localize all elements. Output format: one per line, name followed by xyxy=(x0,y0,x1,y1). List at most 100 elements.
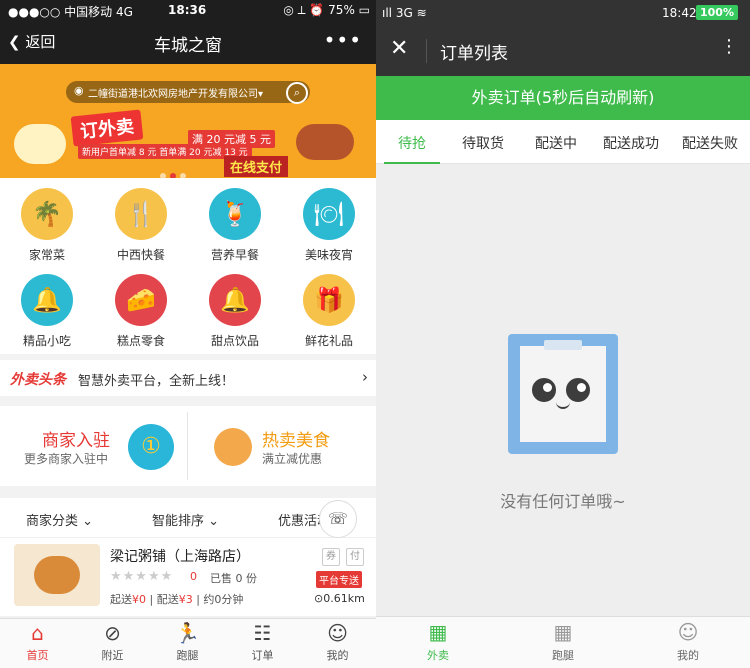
active-tab-indicator xyxy=(384,162,440,164)
category-item[interactable]: 🎁 鲜花礼品 xyxy=(282,274,376,349)
banner-pay: 在线支付 xyxy=(224,156,289,177)
min-order-label: 起送 xyxy=(110,593,132,606)
tab-item[interactable]: ☺ 我的 xyxy=(626,617,750,668)
coupon-badge: 券 xyxy=(322,548,340,566)
right-eye xyxy=(566,378,590,402)
shop-list-item[interactable]: 梁记粥铺（上海路店） ★★★★★ 0 已售 0 份 起送¥0 | 配送¥3 | … xyxy=(0,538,376,616)
status-time: 18:36 xyxy=(168,3,207,17)
merchant-join-subtitle: 更多商家入驻中 xyxy=(24,452,109,466)
tab-icon: ⌂ xyxy=(31,621,44,645)
category-item[interactable]: 🔔 甜点饮品 xyxy=(188,274,282,349)
close-icon[interactable]: ✕ xyxy=(390,36,408,61)
tab-label: 我的 xyxy=(677,649,699,662)
pay-badge: 付 xyxy=(346,548,364,566)
headline-logo: 外卖头条 xyxy=(10,372,66,388)
platform-delivery-badge: 平台专送 xyxy=(316,571,362,588)
category-item[interactable]: 🍽 美味夜宵 xyxy=(282,188,376,263)
tab-item[interactable]: ▦ 跑腿 xyxy=(501,617,625,668)
tab-pickup[interactable]: 待取货 xyxy=(462,133,504,153)
tab-item[interactable]: ▦ 外卖 xyxy=(376,617,500,668)
nav-bar: ❮ 返回 车城之窗 ••• xyxy=(0,20,376,64)
status-bar: ıll 3G ≋ 18:42 100% xyxy=(376,0,750,26)
more-vertical-icon[interactable]: ⋮ xyxy=(720,36,738,57)
min-order-value: ¥0 xyxy=(132,593,146,606)
eye-highlight xyxy=(543,383,552,392)
empty-state-text: 没有任何订单哦~ xyxy=(500,492,626,511)
tab-item[interactable]: ⌂ 首页 xyxy=(0,619,75,668)
hot-food-title[interactable]: 热卖美食 xyxy=(262,426,330,451)
category-item[interactable]: 🧀 糕点零食 xyxy=(94,274,188,349)
category-icon: 🎁 xyxy=(303,274,355,326)
banner-character-image xyxy=(14,124,66,164)
bottom-tab-bar: ⌂ 首页 ⊘ 附近 🏃 跑腿 ☷ 订单 ☺ 我的 xyxy=(0,618,376,668)
eye-highlight xyxy=(577,383,586,392)
tab-icon: ☺ xyxy=(327,621,348,645)
tab-label: 附近 xyxy=(101,649,124,662)
category-item[interactable]: 🍹 营养早餐 xyxy=(188,188,282,263)
tab-label: 外卖 xyxy=(427,649,449,662)
tab-failed[interactable]: 配送失败 xyxy=(682,133,738,153)
category-label: 精品小吃 xyxy=(22,334,71,348)
tab-item[interactable]: ☷ 订单 xyxy=(225,619,300,668)
medal-icon: ① xyxy=(128,424,174,470)
tab-item[interactable]: ☺ 我的 xyxy=(300,619,375,668)
filter-smart-sort[interactable]: 智能排序 ⌄ xyxy=(152,510,219,529)
page-title: 车城之窗 xyxy=(154,36,222,56)
category-icon: 🍽 xyxy=(303,188,355,240)
category-item[interactable]: 🍴 中西快餐 xyxy=(94,188,188,263)
nav-separator xyxy=(426,39,427,63)
delivery-fee-label: 配送 xyxy=(156,593,179,606)
news-headline-bar[interactable]: 外卖头条 智慧外卖平台，全新上线！ › xyxy=(0,360,376,396)
category-icon: 🍴 xyxy=(115,188,167,240)
shop-image-dish xyxy=(34,556,80,594)
category-label: 营养早餐 xyxy=(210,248,259,262)
status-battery: 100% xyxy=(696,5,738,20)
category-icon: 🔔 xyxy=(21,274,73,326)
category-label: 糕点零食 xyxy=(116,334,165,348)
promo-banner[interactable]: ◉ 二幢街道港北欢网房地产开发有限公司▾ ⌕ 订外卖 满 20 元减 5 元 新… xyxy=(0,64,376,178)
promo-cards: 商家入驻 更多商家入驻中 ① 热卖美食 满立减优惠 xyxy=(0,406,376,486)
category-label: 家常菜 xyxy=(28,248,65,262)
tab-pending[interactable]: 待抢 xyxy=(398,133,426,153)
category-icon: 🍹 xyxy=(209,188,261,240)
delivery-time: 约0分钟 xyxy=(203,593,244,606)
tab-icon: ☺ xyxy=(677,620,699,644)
chat-float-button[interactable]: ☏ xyxy=(319,500,357,538)
location-pin-icon: ◉ xyxy=(74,84,84,97)
search-icon[interactable]: ⌕ xyxy=(286,82,308,104)
tab-delivered[interactable]: 配送成功 xyxy=(603,133,659,153)
status-bar: ●●●○○ 中国移动 4G 18:36 ◎ ⟂ ⏰ 75% ▭ xyxy=(0,0,376,20)
shop-name: 梁记粥铺（上海路店） xyxy=(110,549,250,565)
tab-label: 订单 xyxy=(251,649,274,662)
left-eye xyxy=(532,378,556,402)
category-item[interactable]: 🔔 精品小吃 xyxy=(0,274,94,349)
banner-chicken-image xyxy=(296,124,354,160)
shop-meta: 起送¥0 | 配送¥3 | 约0分钟 xyxy=(110,593,244,606)
shop-image xyxy=(14,544,100,606)
merchant-join-title[interactable]: 商家入驻 xyxy=(42,426,110,451)
empty-clipboard-illustration xyxy=(508,334,618,454)
shop-stars: ★★★★★ xyxy=(110,569,174,584)
category-label: 鲜花礼品 xyxy=(304,334,353,348)
page-title: 订单列表 xyxy=(440,44,508,64)
more-icon[interactable]: ••• xyxy=(324,28,362,52)
clipboard-clip xyxy=(544,340,582,350)
tab-icon: ⊘ xyxy=(104,621,121,645)
tab-delivering[interactable]: 配送中 xyxy=(535,133,577,153)
hot-food-image xyxy=(214,428,252,466)
location-selector[interactable]: ◉ 二幢街道港北欢网房地产开发有限公司▾ xyxy=(66,81,310,103)
tab-item[interactable]: 🏃 跑腿 xyxy=(150,619,225,668)
category-grid: 🌴 家常菜 🍴 中西快餐 🍹 营养早餐 🍽 美味夜宵 🔔 精品小吃 🧀 糕点零食 🔔 甜点饮品 🎁 鲜花礼品 xyxy=(0,178,376,354)
tab-icon: ▦ xyxy=(428,620,448,644)
hot-food-subtitle: 满立减优惠 xyxy=(262,452,323,466)
category-label: 中西快餐 xyxy=(116,248,165,262)
tab-icon: ☷ xyxy=(253,621,272,645)
chevron-right-icon: › xyxy=(362,368,368,386)
filter-category[interactable]: 商家分类 ⌄ xyxy=(26,510,93,529)
tab-item[interactable]: ⊘ 附近 xyxy=(75,619,150,668)
banner-headline: 订外卖 xyxy=(70,109,144,147)
tab-icon: 🏃 xyxy=(175,621,200,645)
shop-rating: 0 xyxy=(190,570,197,583)
left-phone-screen: ●●●○○ 中国移动 4G 18:36 ◎ ⟂ ⏰ 75% ▭ ❮ 返回 车城之… xyxy=(0,0,376,668)
category-item[interactable]: 🌴 家常菜 xyxy=(0,188,94,263)
